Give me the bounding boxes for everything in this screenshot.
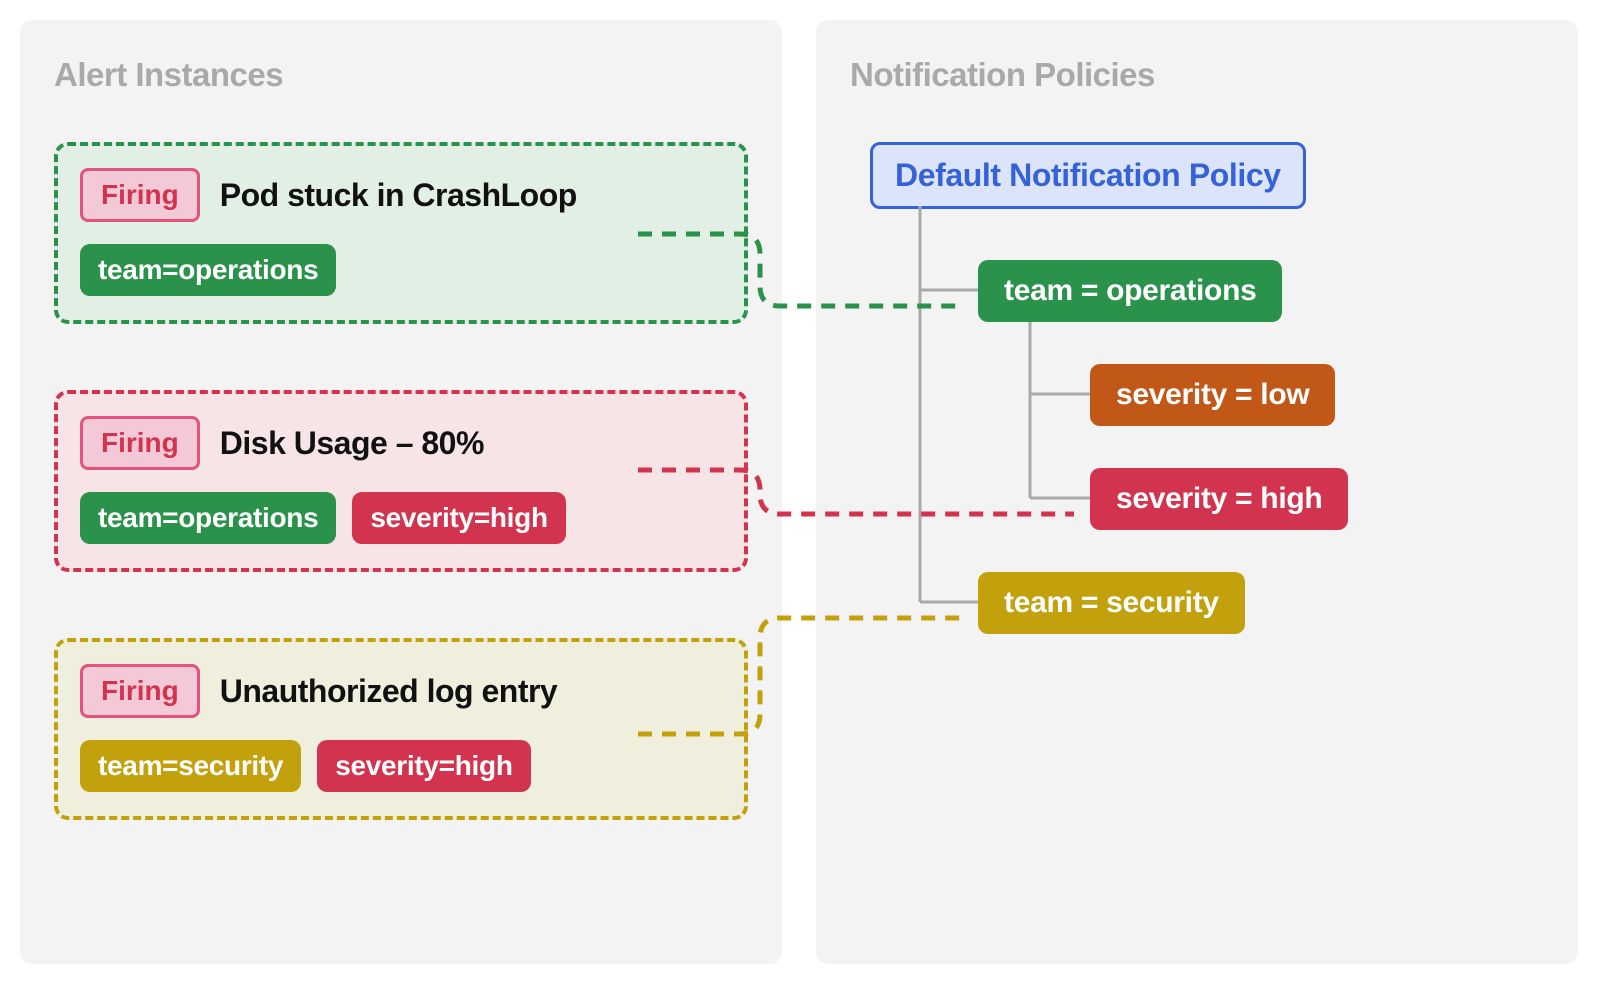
notification-policies-panel: Notification Policies Default Notificati… (816, 20, 1578, 964)
policy-team-security: team = security (978, 572, 1245, 634)
policy-tree: Default Notification Policy team = opera… (850, 142, 1544, 922)
notification-policies-title: Notification Policies (850, 56, 1544, 94)
policy-severity-high: severity = high (1090, 468, 1348, 530)
alert-card-crashloop: Firing Pod stuck in CrashLoop team=opera… (54, 142, 748, 324)
alert-head: Firing Pod stuck in CrashLoop (80, 168, 722, 222)
tag-row: team=operations severity=high (80, 492, 722, 544)
alert-title: Pod stuck in CrashLoop (220, 177, 577, 214)
firing-badge: Firing (80, 168, 200, 222)
tag-severity-high: severity=high (317, 740, 530, 792)
policy-severity-low: severity = low (1090, 364, 1335, 426)
tag-row: team=security severity=high (80, 740, 722, 792)
tag-severity-high: severity=high (352, 492, 565, 544)
tag-team-operations: team=operations (80, 244, 336, 296)
firing-badge: Firing (80, 416, 200, 470)
tree-connector-lines (850, 142, 1570, 762)
tag-row: team=operations (80, 244, 722, 296)
alert-card-disk: Firing Disk Usage – 80% team=operations … (54, 390, 748, 572)
alert-head: Firing Unauthorized log entry (80, 664, 722, 718)
alert-instances-panel: Alert Instances Firing Pod stuck in Cras… (20, 20, 782, 964)
alert-instances-title: Alert Instances (54, 56, 748, 94)
diagram-wrapper: Alert Instances Firing Pod stuck in Cras… (20, 20, 1578, 964)
alert-head: Firing Disk Usage – 80% (80, 416, 722, 470)
tag-team-operations: team=operations (80, 492, 336, 544)
tag-team-security: team=security (80, 740, 301, 792)
alert-title: Disk Usage – 80% (220, 425, 484, 462)
alert-card-unauthorized: Firing Unauthorized log entry team=secur… (54, 638, 748, 820)
alert-title: Unauthorized log entry (220, 673, 557, 710)
firing-badge: Firing (80, 664, 200, 718)
policy-team-operations: team = operations (978, 260, 1282, 322)
